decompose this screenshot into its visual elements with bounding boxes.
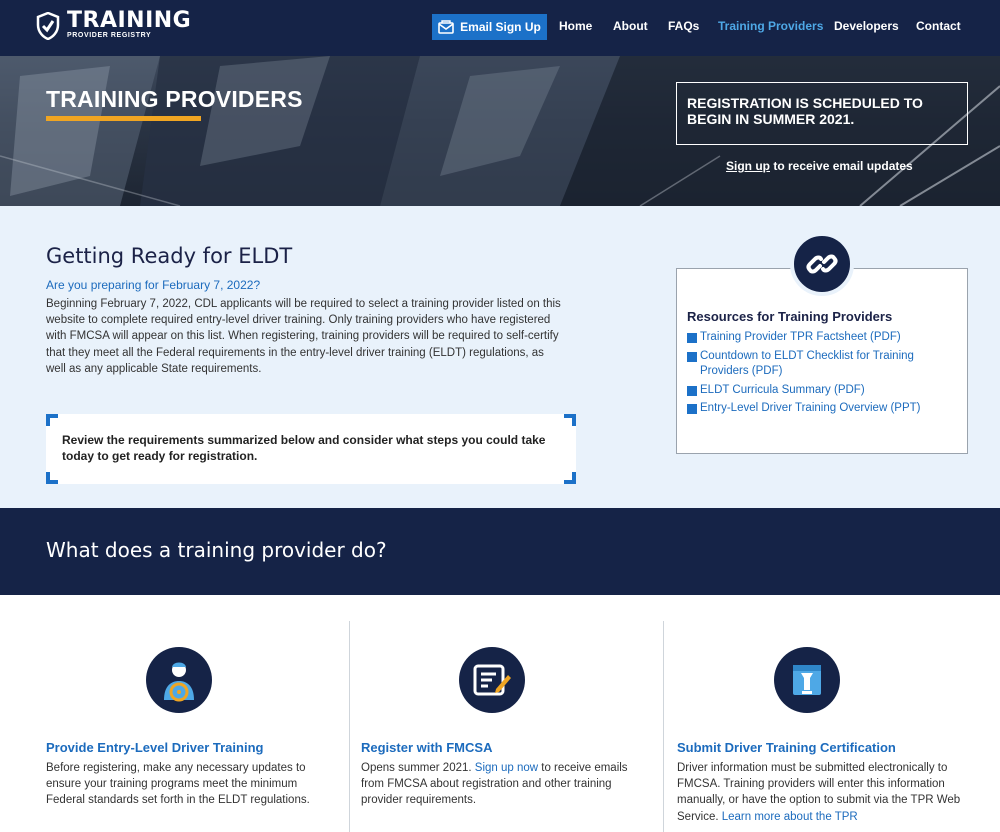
email-signup-button[interactable]: Email Sign Up [432,14,547,40]
what-does-heading: What does a training provider do? [46,538,387,562]
shield-check-icon [36,11,60,40]
title-underline [46,116,201,121]
nav-faqs[interactable]: FAQs [668,19,699,33]
nav-developers[interactable]: Developers [834,19,899,33]
resource-link-checklist[interactable]: Countdown to ELDT Checklist for Training… [687,349,962,380]
step-text-submit-certification: Driver information must be submitted ele… [677,762,961,823]
nav-training-providers[interactable]: Training Providers [718,19,823,33]
callout-text: Review the requirements summarized below… [62,433,546,463]
requirements-callout: Review the requirements summarized below… [46,414,576,484]
inbox-tray-icon [774,647,840,713]
registration-notice-box: REGISTRATION IS SCHEDULED TO BEGIN IN SU… [676,82,968,145]
form-edit-icon [459,647,525,713]
resources-list: Training Provider TPR Factsheet (PDF) Co… [687,330,962,420]
hero-banner: TRAINING PROVIDERS REGISTRATION IS SCHED… [0,56,1000,206]
resource-link-overview[interactable]: Entry-Level Driver Training Overview (PP… [687,401,962,417]
resource-link-curricula[interactable]: ELDT Curricula Summary (PDF) [687,383,962,399]
site-logo[interactable]: TRAINING PROVIDER REGISTRY [36,8,192,40]
resource-link-factsheet[interactable]: Training Provider TPR Factsheet (PDF) [687,330,962,346]
resources-title: Resources for Training Providers [687,309,893,324]
envelope-icon [438,20,454,34]
step-title-submit-certification: Submit Driver Training Certification [677,740,896,755]
email-signup-label: Email Sign Up [460,20,541,34]
signup-now-link[interactable]: Sign up now [475,762,538,774]
nav-contact[interactable]: Contact [916,19,961,33]
hero-signup-line: Sign up to receive email updates [726,159,913,173]
step-text-register: Opens summer 2021. Sign up now to receiv… [361,762,628,807]
step-title-register: Register with FMCSA [361,740,493,755]
getting-ready-subheading: Are you preparing for February 7, 2022? [46,278,261,292]
logo-main-text: TRAINING [67,8,192,33]
hero-signup-link[interactable]: Sign up [726,159,770,173]
getting-ready-heading: Getting Ready for ELDT [46,244,293,268]
getting-ready-body: Beginning February 7, 2022, CDL applican… [46,298,561,375]
learn-more-tpr-link[interactable]: Learn more about the TPR [722,811,858,823]
step-text-provide-training: Before registering, make any necessary u… [46,762,310,807]
provider-steps-section: Provide Entry-Level Driver Training Befo… [0,595,1000,832]
link-icon [790,232,854,296]
registration-notice-text: REGISTRATION IS SCHEDULED TO BEGIN IN SU… [687,95,923,127]
nav-about[interactable]: About [613,19,648,33]
driver-icon [146,647,212,713]
page-title: TRAINING PROVIDERS [46,86,303,112]
step-title-provide-training: Provide Entry-Level Driver Training [46,740,264,755]
hero-signup-text: to receive email updates [770,159,913,173]
column-divider [349,621,350,832]
top-navigation: TRAINING PROVIDER REGISTRY Email Sign Up… [0,0,1000,56]
column-divider [663,621,664,832]
nav-home[interactable]: Home [559,19,592,33]
what-does-section: What does a training provider do? [0,508,1000,595]
